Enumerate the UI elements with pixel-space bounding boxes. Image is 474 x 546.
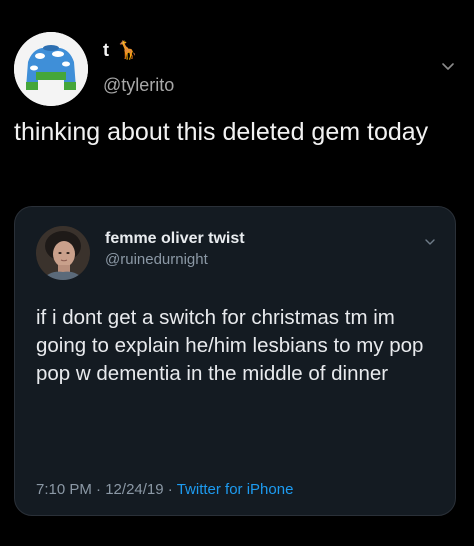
chevron-down-icon[interactable]: [423, 235, 437, 249]
tweet-text: thinking about this deleted gem today: [14, 118, 429, 146]
user-handle[interactable]: @tylerito: [103, 75, 174, 96]
avatar[interactable]: [14, 32, 88, 106]
chevron-down-icon[interactable]: [440, 58, 456, 74]
tweet-text: if i dont get a switch for christmas tm …: [36, 306, 424, 385]
separator: ·: [167, 481, 173, 498]
sweater-avatar-image: [14, 32, 88, 106]
user-handle[interactable]: @ruinedurnight: [105, 251, 208, 268]
avatar[interactable]: [36, 226, 90, 280]
separator: ·: [96, 481, 102, 498]
tweet-source-link[interactable]: Twitter for iPhone: [177, 481, 294, 498]
tweet-time[interactable]: 7:10 PM: [36, 481, 92, 498]
display-name[interactable]: t 🦒: [103, 40, 139, 61]
tweet-date[interactable]: 12/24/19: [105, 481, 163, 498]
display-name[interactable]: femme oliver twist: [105, 230, 245, 248]
user-photo-avatar: [36, 226, 90, 280]
tweet-metadata: 7:10 PM · 12/24/19 · Twitter for iPhone: [36, 481, 293, 498]
quoted-tweet-card[interactable]: femme oliver twist @ruinedurnight if i d…: [14, 206, 456, 516]
